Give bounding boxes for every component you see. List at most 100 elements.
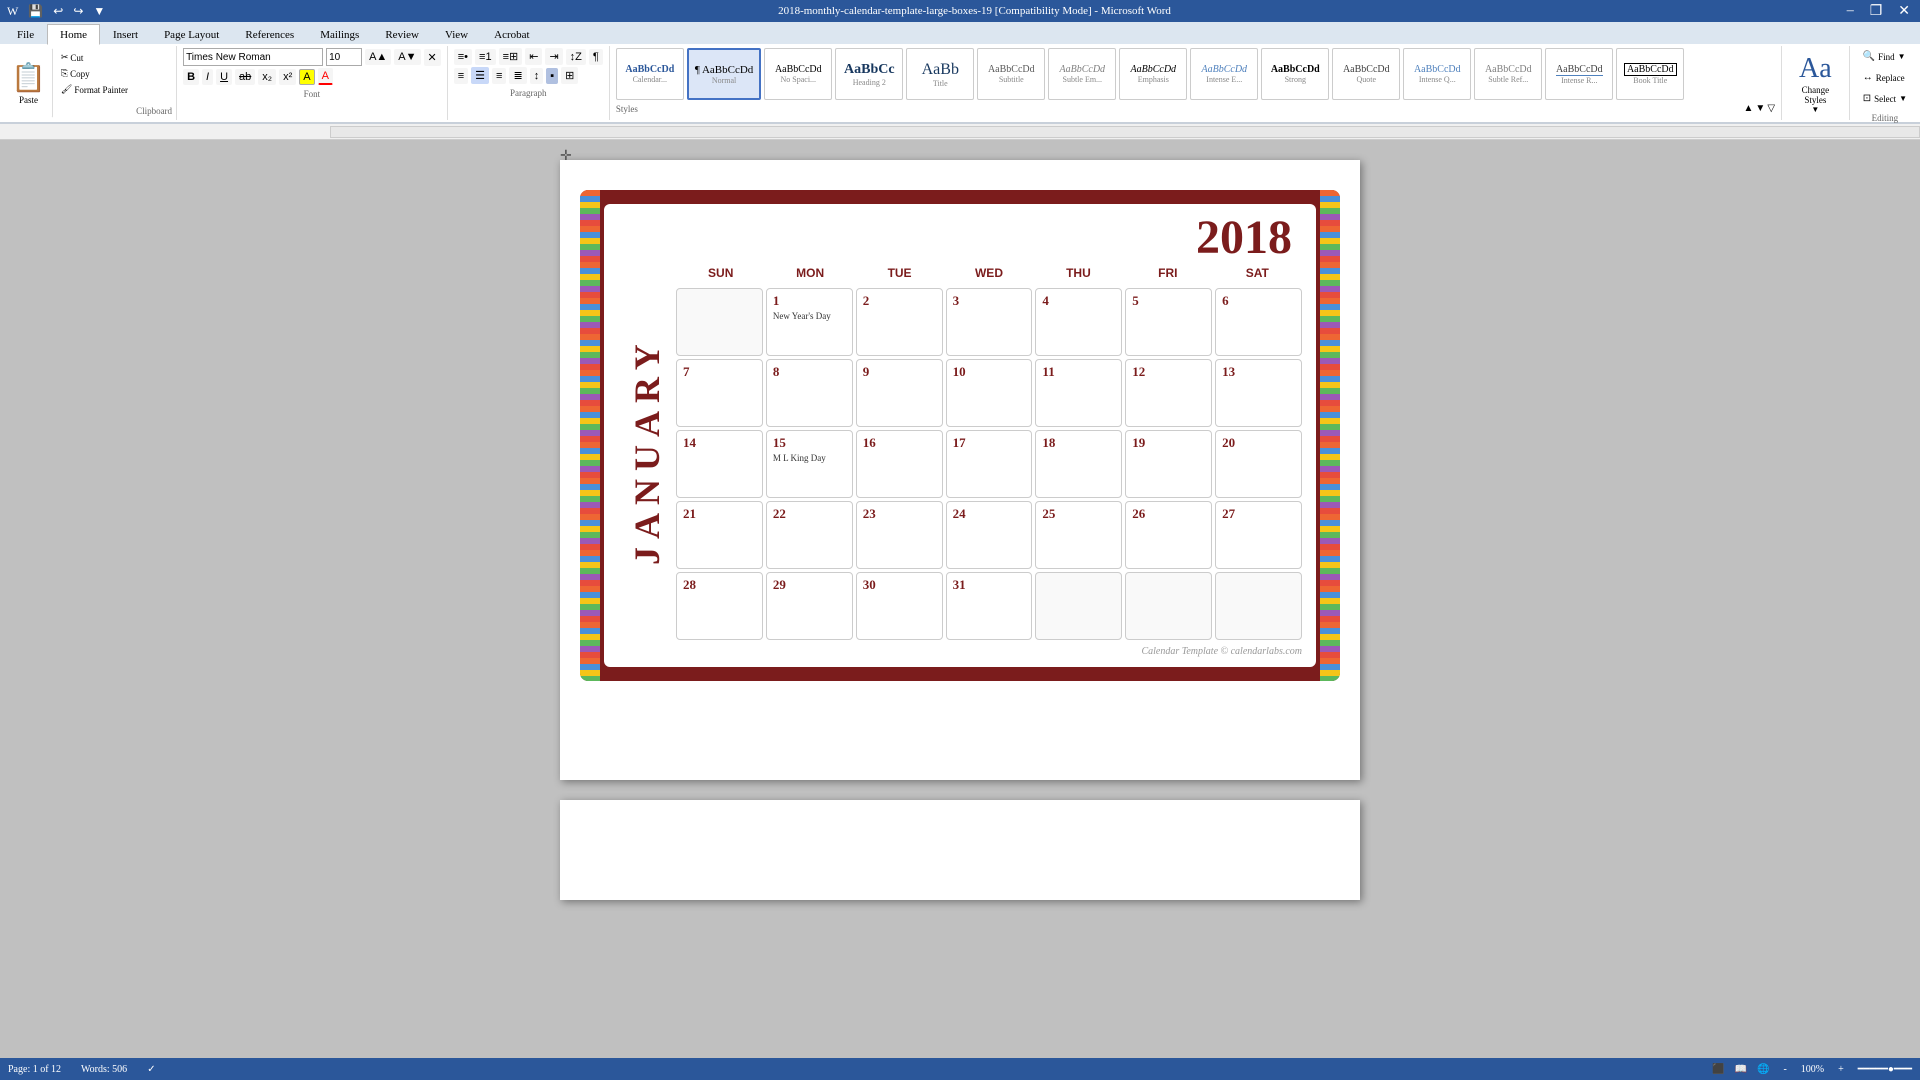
decrease-indent-button[interactable]: ⇤ bbox=[525, 48, 542, 65]
change-styles-dropdown[interactable]: ▼ bbox=[1811, 105, 1819, 114]
style-heading2[interactable]: AaBbCc Heading 2 bbox=[835, 48, 903, 100]
cal-day-23: 23 bbox=[856, 501, 943, 569]
justify-button[interactable]: ≣ bbox=[509, 67, 526, 84]
find-button[interactable]: 🔍 Find ▼ bbox=[1858, 48, 1912, 65]
save-qat-button[interactable]: 💾 bbox=[25, 4, 46, 19]
cal-day-7: 7 bbox=[676, 359, 763, 427]
style-strong[interactable]: AaBbCcDd Strong bbox=[1261, 48, 1329, 100]
restore-button[interactable]: ❐ bbox=[1864, 3, 1889, 20]
cal-day-16: 16 bbox=[856, 430, 943, 498]
day-number: 27 bbox=[1222, 506, 1235, 521]
zoom-level: 100% bbox=[1801, 1064, 1824, 1075]
layout-web-button[interactable]: 🌐 bbox=[1757, 1064, 1769, 1075]
paragraph-group: ≡• ≡1 ≡⊞ ⇤ ⇥ ↕Z ¶ ≡ ☰ ≡ ≣ ↕ ▪ ⊞ Paragrap… bbox=[448, 46, 610, 120]
multilevel-button[interactable]: ≡⊞ bbox=[499, 48, 523, 65]
style-intense-quote[interactable]: AaBbCcDd Intense Q... bbox=[1403, 48, 1471, 100]
zoom-out-button[interactable]: - bbox=[1779, 1064, 1790, 1075]
cal-day-22: 22 bbox=[766, 501, 853, 569]
close-button[interactable]: ✕ bbox=[1892, 3, 1916, 20]
day-number: 17 bbox=[953, 435, 966, 450]
cal-day-2: 2 bbox=[856, 288, 943, 356]
page-count: Page: 1 of 12 bbox=[8, 1064, 61, 1075]
document-area[interactable]: ✛ 2018 JANUARY SUN MON TUE WED THU FRI bbox=[0, 140, 1920, 1064]
undo-button[interactable]: ↩ bbox=[50, 4, 66, 19]
style-intense-ref[interactable]: AaBbCcDd Intense R... bbox=[1545, 48, 1613, 100]
borders-button[interactable]: ⊞ bbox=[561, 67, 578, 84]
style-emphasis[interactable]: AaBbCcDd Emphasis bbox=[1119, 48, 1187, 100]
styles-label: Styles bbox=[616, 104, 638, 114]
style-normal[interactable]: ¶ AaBbCcDd Normal bbox=[687, 48, 761, 100]
tab-page-layout[interactable]: Page Layout bbox=[151, 24, 232, 44]
replace-button[interactable]: ↔ Replace bbox=[1858, 69, 1912, 86]
customize-qat-button[interactable]: ▼ bbox=[90, 4, 108, 19]
minimize-button[interactable]: – bbox=[1841, 3, 1860, 19]
styles-scroll-up[interactable]: ▲ bbox=[1744, 103, 1754, 114]
select-icon: ⊡ bbox=[1863, 93, 1871, 104]
line-spacing-button[interactable]: ↕ bbox=[530, 68, 544, 84]
styles-scroll-down[interactable]: ▼ bbox=[1755, 103, 1765, 114]
cal-day-15: 15M L King Day bbox=[766, 430, 853, 498]
align-center-button[interactable]: ☰ bbox=[471, 67, 489, 84]
bullets-button[interactable]: ≡• bbox=[454, 49, 472, 65]
select-button[interactable]: ⊡ Select ▼ bbox=[1858, 90, 1912, 107]
style-intense-emphasis[interactable]: AaBbCcDd Intense E... bbox=[1190, 48, 1258, 100]
style-no-spacing[interactable]: AaBbCcDd No Spaci... bbox=[764, 48, 832, 100]
style-quote[interactable]: AaBbCcDd Quote bbox=[1332, 48, 1400, 100]
font-size-input[interactable] bbox=[326, 48, 362, 66]
layout-print-button[interactable]: ⬛ bbox=[1712, 1064, 1724, 1075]
redo-button[interactable]: ↪ bbox=[70, 4, 86, 19]
change-styles-label: ChangeStyles bbox=[1802, 85, 1830, 105]
move-handle[interactable]: ✛ bbox=[560, 148, 572, 165]
strikethrough-button[interactable]: ab bbox=[235, 69, 255, 85]
font-color-button[interactable]: A bbox=[318, 68, 333, 85]
paste-button[interactable]: 📋 Paste bbox=[4, 48, 53, 118]
style-subtitle[interactable]: AaBbCcDd Subtitle bbox=[977, 48, 1045, 100]
day-note: M L King Day bbox=[773, 453, 846, 464]
tab-home[interactable]: Home bbox=[47, 24, 100, 45]
styles-expand[interactable]: ▽ bbox=[1767, 103, 1775, 114]
tab-mailings[interactable]: Mailings bbox=[307, 24, 372, 44]
cal-day-6: 6 bbox=[1215, 288, 1302, 356]
align-left-button[interactable]: ≡ bbox=[454, 68, 468, 84]
tab-acrobat[interactable]: Acrobat bbox=[481, 24, 542, 44]
text-highlight-button[interactable]: A bbox=[299, 69, 314, 85]
cal-day-33 bbox=[1125, 572, 1212, 640]
font-shrink-button[interactable]: A▼ bbox=[394, 49, 420, 65]
show-hide-button[interactable]: ¶ bbox=[589, 49, 603, 65]
bold-button[interactable]: B bbox=[183, 69, 199, 85]
style-subtle-emphasis[interactable]: AaBbCcDd Subtle Em... bbox=[1048, 48, 1116, 100]
styles-group: AaBbCcDd Calendar... ¶ AaBbCcDd Normal A… bbox=[610, 46, 1782, 120]
underline-button[interactable]: U bbox=[216, 69, 232, 85]
layout-reading-button[interactable]: 📖 bbox=[1735, 1064, 1747, 1075]
tab-insert[interactable]: Insert bbox=[100, 24, 151, 44]
dow-thu: THU bbox=[1034, 262, 1123, 284]
style-calendar[interactable]: AaBbCcDd Calendar... bbox=[616, 48, 684, 100]
format-painter-button[interactable]: 🖌 Format Painter bbox=[57, 82, 132, 97]
font-name-input[interactable] bbox=[183, 48, 323, 66]
zoom-slider[interactable]: ━━━━━●━━━ bbox=[1858, 1064, 1912, 1075]
sort-button[interactable]: ↕Z bbox=[566, 49, 586, 65]
tab-references[interactable]: References bbox=[232, 24, 307, 44]
style-subtle-ref[interactable]: AaBbCcDd Subtle Ref... bbox=[1474, 48, 1542, 100]
italic-button[interactable]: I bbox=[202, 69, 213, 85]
style-title[interactable]: AaBb Title bbox=[906, 48, 974, 100]
cal-day-29: 29 bbox=[766, 572, 853, 640]
clear-formatting-button[interactable]: ✕ bbox=[424, 49, 441, 66]
cut-button[interactable]: ✂ Cut bbox=[57, 50, 132, 65]
numbering-button[interactable]: ≡1 bbox=[475, 49, 496, 65]
copy-button[interactable]: ⎘ Copy bbox=[57, 66, 132, 81]
day-number: 4 bbox=[1042, 293, 1049, 308]
style-book-title[interactable]: AaBbCcDd Book Title bbox=[1616, 48, 1684, 100]
tab-review[interactable]: Review bbox=[372, 24, 432, 44]
cal-day-19: 19 bbox=[1125, 430, 1212, 498]
align-right-button[interactable]: ≡ bbox=[492, 68, 506, 84]
shading-button[interactable]: ▪ bbox=[546, 68, 558, 84]
increase-indent-button[interactable]: ⇥ bbox=[545, 48, 562, 65]
tab-view[interactable]: View bbox=[432, 24, 481, 44]
zoom-in-button[interactable]: + bbox=[1834, 1064, 1848, 1075]
subscript-button[interactable]: x₂ bbox=[258, 69, 276, 85]
font-grow-button[interactable]: A▲ bbox=[365, 49, 391, 65]
tab-file[interactable]: File bbox=[4, 24, 47, 44]
superscript-button[interactable]: x² bbox=[279, 69, 296, 85]
change-styles-button[interactable]: Aa ChangeStyles ▼ bbox=[1790, 48, 1841, 119]
